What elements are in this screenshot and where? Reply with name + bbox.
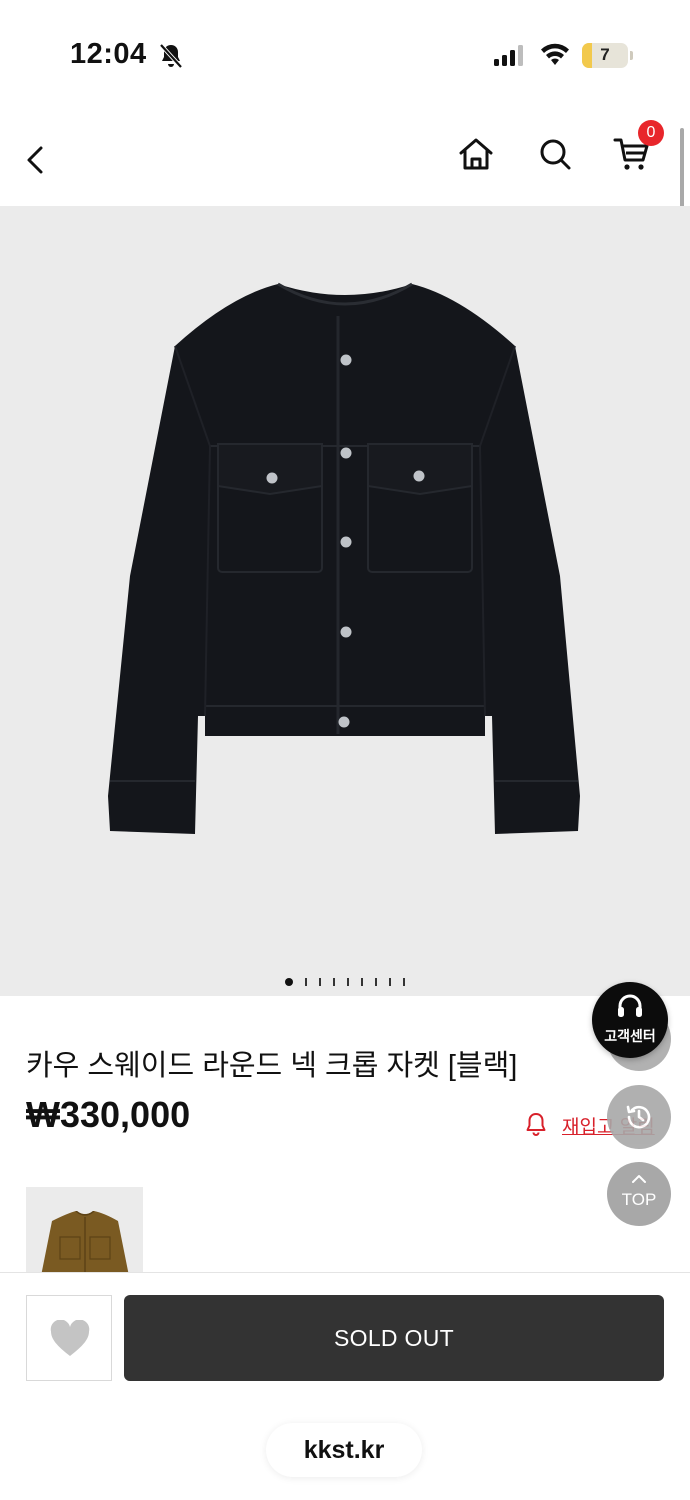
carousel-dot[interactable] [389,978,391,986]
status-bar: 12:04 7 [0,0,690,100]
battery-icon: 7 [582,43,628,68]
home-icon[interactable] [456,134,496,174]
cart-count-badge: 0 [638,120,664,146]
browser-url-pill[interactable]: kkst.kr [266,1423,422,1477]
recent-view-button[interactable] [607,1085,671,1149]
related-product-thumbnail[interactable] [26,1187,143,1277]
product-price: ₩330,000 [26,1094,191,1135]
carousel-dot[interactable] [319,978,321,986]
headset-icon [618,994,642,1017]
chevron-up-icon [632,1175,646,1183]
product-image [108,282,580,834]
carousel-dot[interactable] [403,978,405,986]
bottom-action-bar: SOLD OUT kkst.kr [0,1272,690,1500]
cellular-signal-icon [494,45,523,66]
carousel-dot[interactable] [375,978,377,986]
product-thumbnail-image [40,1211,130,1277]
heart-icon [50,1320,90,1356]
carousel-pagination [0,978,690,998]
search-icon[interactable] [535,134,575,174]
carousel-dot[interactable] [361,978,363,986]
customer-center-label: 고객센터 [604,1028,656,1044]
carousel-dot[interactable] [305,978,307,986]
product-image-carousel[interactable] [0,206,690,996]
wishlist-button[interactable] [26,1295,112,1381]
carousel-dot[interactable] [347,978,349,986]
history-icon [626,1105,651,1129]
chevron-left-icon[interactable] [18,140,54,180]
top-nav [0,110,690,206]
battery-cap [630,51,633,60]
status-time: 12:04 [70,38,147,70]
product-title: 카우 스웨이드 라운드 넥 크롭 자켓 [블랙] [26,1050,518,1082]
customer-center-button[interactable]: 고객센터 [592,982,668,1058]
scroll-to-top-button[interactable]: TOP [607,1162,671,1226]
sold-out-button[interactable]: SOLD OUT [124,1295,664,1381]
bell-icon[interactable] [524,1111,548,1137]
carousel-dot[interactable] [333,978,335,986]
carousel-dot-active[interactable] [285,978,293,986]
battery-percent: 7 [600,45,610,64]
wifi-icon [541,43,569,65]
scroll-to-top-label: TOP [621,1190,657,1209]
bell-slash-icon [159,43,183,69]
